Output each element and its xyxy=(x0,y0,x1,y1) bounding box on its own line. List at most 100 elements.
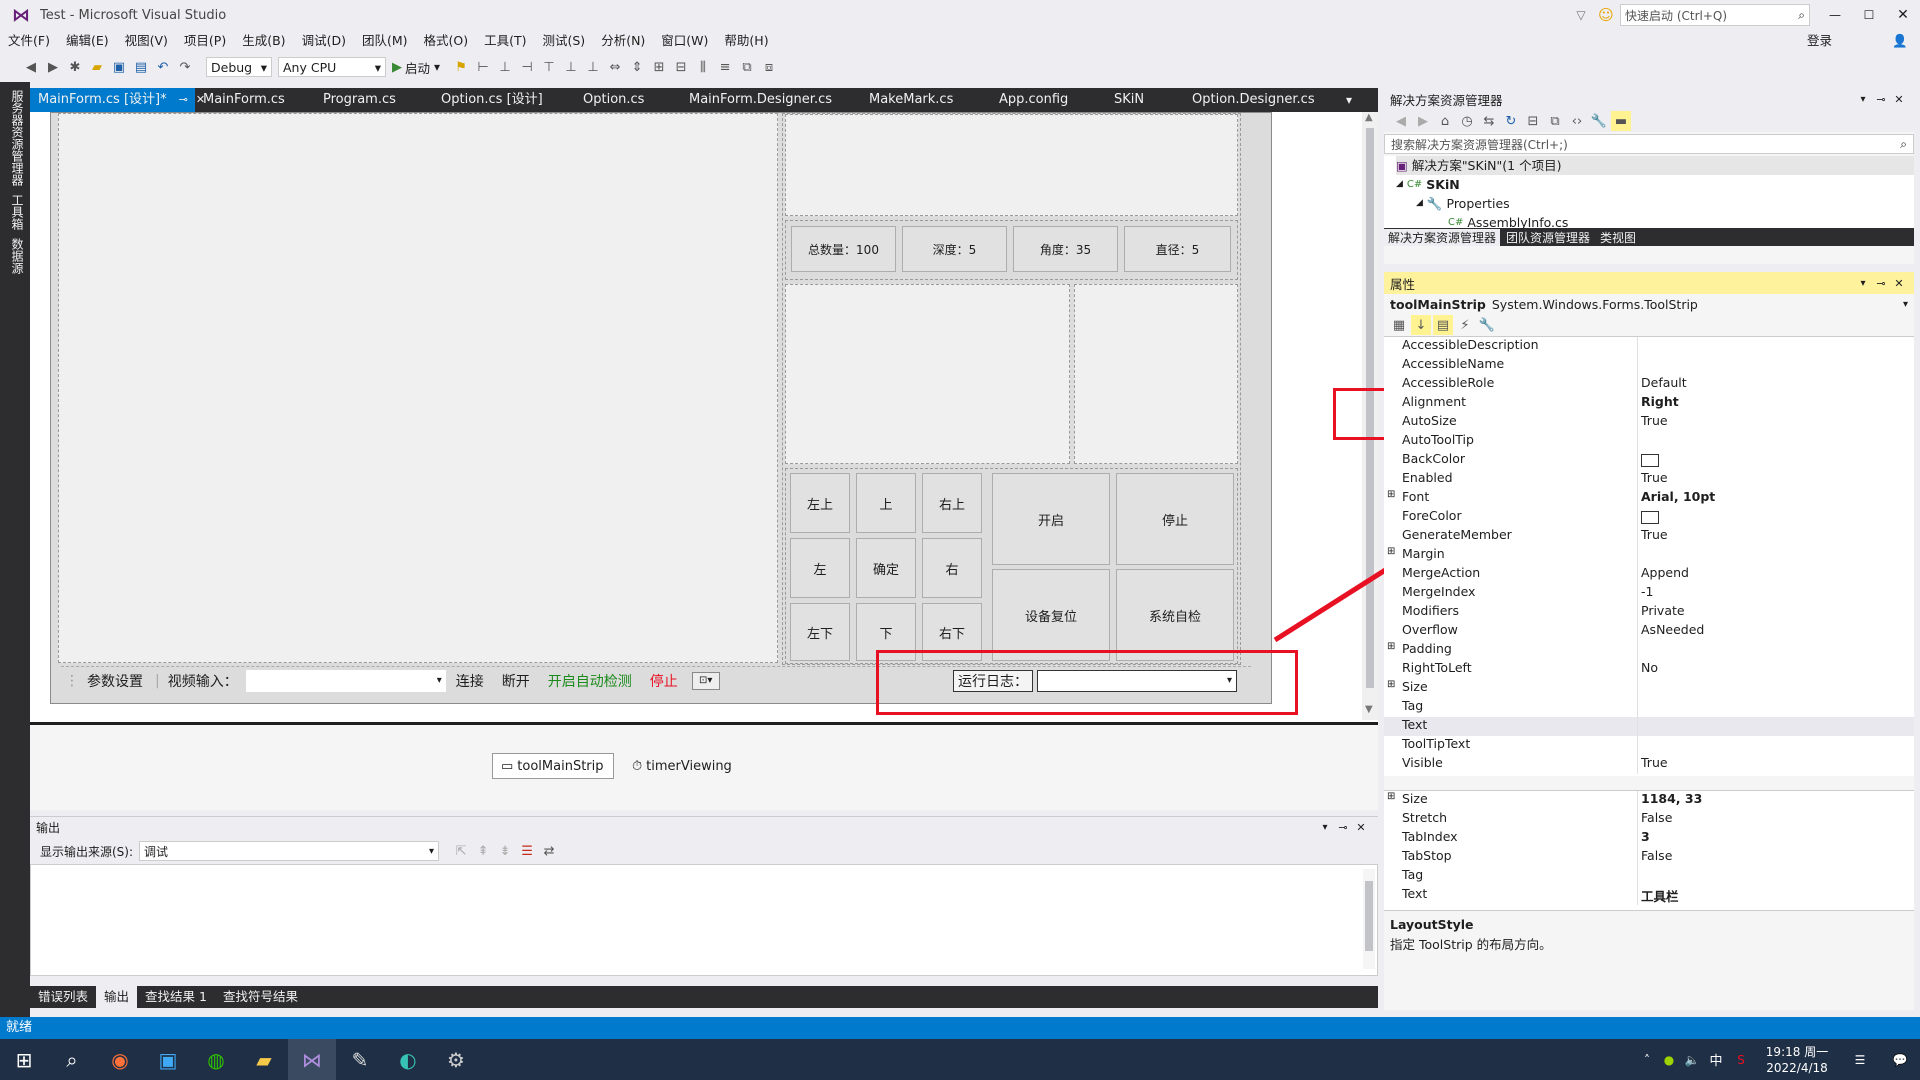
visual-studio-taskbar-icon[interactable]: ⋈ xyxy=(288,1039,336,1080)
toolbox-tab[interactable]: 工具箱 xyxy=(9,194,26,230)
tray-app-icon[interactable]: ● xyxy=(1658,1053,1680,1067)
scroll-down-icon[interactable]: ▼ xyxy=(1365,704,1373,715)
output-vertical-scrollbar[interactable] xyxy=(1363,869,1375,969)
tab-error-list[interactable]: 错误列表 xyxy=(30,986,96,1008)
back-icon[interactable]: ◀ xyxy=(1391,111,1411,131)
forward-icon[interactable]: ▶ xyxy=(43,57,63,77)
spacing-h-icon[interactable]: ⫼ xyxy=(693,57,713,77)
align-top-icon[interactable]: ⊤ xyxy=(539,57,559,77)
property-row[interactable]: Alignment Right xyxy=(1384,394,1914,413)
property-value[interactable] xyxy=(1637,356,1914,375)
menu-edit[interactable]: 编辑(E) xyxy=(58,30,117,52)
same-size-icon[interactable]: ⊞ xyxy=(649,57,669,77)
property-value[interactable] xyxy=(1637,337,1914,356)
server-explorer-tab[interactable]: 服务器资源管理器 xyxy=(9,90,26,186)
tray-timerviewing[interactable]: ⏱ timerViewing xyxy=(632,753,732,779)
tab-app-config[interactable]: App.config xyxy=(991,88,1106,112)
minimize-icon[interactable]: — xyxy=(1818,8,1852,22)
menu-project[interactable]: 项目(P) xyxy=(176,30,234,52)
connect-button[interactable]: 连接 xyxy=(456,671,484,691)
chevron-down-icon[interactable]: ▾ xyxy=(1316,822,1334,833)
property-row[interactable]: Stretch False xyxy=(1384,810,1914,829)
property-value[interactable]: Append xyxy=(1637,565,1914,584)
property-row[interactable]: BackColor xyxy=(1384,451,1914,470)
middle-panel-right[interactable] xyxy=(1074,284,1238,464)
chevron-down-icon[interactable]: ▾ xyxy=(1854,94,1872,105)
close-icon[interactable]: ✕ xyxy=(1886,7,1920,23)
tab-find-results[interactable]: 查找结果 1 xyxy=(137,986,215,1008)
property-value[interactable] xyxy=(1637,432,1914,451)
expand-icon[interactable]: ⊞ xyxy=(1387,641,1395,652)
btn-up[interactable]: 上 xyxy=(856,473,916,533)
tab-program-cs[interactable]: Program.cs xyxy=(315,88,433,112)
property-row[interactable]: RightToLeft No xyxy=(1384,660,1914,679)
tab-skin[interactable]: SKiN xyxy=(1106,88,1184,112)
property-row[interactable]: MergeAction Append xyxy=(1384,565,1914,584)
search-icon[interactable]: ⌕ xyxy=(48,1039,96,1080)
btn-down-left[interactable]: 左下 xyxy=(790,603,850,661)
control-panel[interactable]: 总数量：100 深度：5 角度：35 直径：5 左上 上 右上 左 确定 右 左… xyxy=(782,113,1241,665)
property-value[interactable]: True xyxy=(1637,470,1914,489)
menu-file[interactable]: 文件(F) xyxy=(0,30,58,52)
collapse-all-icon[interactable]: ⊟ xyxy=(1523,111,1543,131)
back-icon[interactable]: ◀ xyxy=(21,57,41,77)
align-center-icon[interactable]: ⊥ xyxy=(495,57,515,77)
ime-chinese-icon[interactable]: 中 xyxy=(1704,1050,1728,1069)
btn-right[interactable]: 右 xyxy=(922,538,982,598)
property-row[interactable]: Text xyxy=(1384,717,1914,736)
same-width-icon[interactable]: ⇔ xyxy=(605,57,625,77)
scroll-thumb[interactable] xyxy=(1365,881,1373,951)
property-row[interactable]: AccessibleDescription xyxy=(1384,337,1914,356)
align-right-icon[interactable]: ⊣ xyxy=(517,57,537,77)
data-sources-tab[interactable]: 数据源 xyxy=(9,238,26,274)
btn-device-reset[interactable]: 设备复位 xyxy=(992,569,1110,661)
bring-front-icon[interactable]: ⧉ xyxy=(737,57,757,77)
refresh-icon[interactable]: ↻ xyxy=(1501,111,1521,131)
property-row[interactable]: ⊞ Margin xyxy=(1384,546,1914,565)
align-middle-icon[interactable]: ⊥ xyxy=(561,57,581,77)
strip-stop-button[interactable]: 停止 xyxy=(650,671,678,691)
btn-start[interactable]: 开启 xyxy=(992,473,1110,565)
menu-window[interactable]: 窗口(W) xyxy=(653,30,716,52)
word-wrap-icon[interactable]: ⇄ xyxy=(539,841,559,861)
tab-option-cs[interactable]: Option.cs xyxy=(575,88,681,112)
pin-icon[interactable]: ⊸ xyxy=(1872,93,1890,106)
menu-test[interactable]: 测试(S) xyxy=(534,30,593,52)
properties-wrench-icon[interactable]: 🔧 xyxy=(1589,111,1609,131)
property-pages-icon[interactable]: 🔧 xyxy=(1477,315,1497,335)
close-icon[interactable]: ✕ xyxy=(1890,277,1908,290)
btn-stop[interactable]: 停止 xyxy=(1116,473,1234,565)
property-row[interactable]: GenerateMember True xyxy=(1384,527,1914,546)
main-form[interactable]: 总数量：100 深度：5 角度：35 直径：5 左上 上 右上 左 确定 右 左… xyxy=(50,112,1272,704)
disconnect-button[interactable]: 断开 xyxy=(502,671,530,691)
align-left-icon[interactable]: ⊢ xyxy=(473,57,493,77)
property-value[interactable]: -1 xyxy=(1637,584,1914,603)
object-selector[interactable]: toolMainStrip System.Windows.Forms.ToolS… xyxy=(1384,294,1914,314)
quick-launch-box[interactable]: 快速启动 (Ctrl+Q) ⌕ xyxy=(1620,4,1810,26)
property-row[interactable]: Tag xyxy=(1384,698,1914,717)
property-row[interactable]: MergeIndex -1 xyxy=(1384,584,1914,603)
property-value[interactable]: Arial, 10pt xyxy=(1637,489,1914,508)
tree-project-node[interactable]: ◢ C# SKiN xyxy=(1396,175,1914,194)
properties-icon[interactable]: ▤ xyxy=(1433,315,1453,335)
maximize-icon[interactable]: ☐ xyxy=(1852,8,1886,22)
sign-in-link[interactable]: 登录 xyxy=(1799,30,1840,52)
menu-debug[interactable]: 调试(D) xyxy=(294,30,354,52)
preview-icon[interactable]: ▬ xyxy=(1611,111,1631,131)
property-row[interactable]: TabIndex 3 xyxy=(1384,829,1914,848)
redo-icon[interactable]: ↷ xyxy=(175,57,195,77)
account-icon[interactable]: 👤 xyxy=(1890,30,1910,52)
property-value[interactable] xyxy=(1637,546,1914,565)
expand-icon[interactable]: ⊞ xyxy=(1387,546,1395,557)
tree-properties-node[interactable]: ◢ 🔧 Properties xyxy=(1396,194,1914,213)
property-value[interactable]: Private xyxy=(1637,603,1914,622)
property-row[interactable]: AccessibleRole Default xyxy=(1384,375,1914,394)
property-value[interactable] xyxy=(1637,698,1914,717)
property-row[interactable]: ⊞ Padding xyxy=(1384,641,1914,660)
btn-self-check[interactable]: 系统自检 xyxy=(1116,569,1234,661)
show-all-files-icon[interactable]: ⧉ xyxy=(1545,111,1565,131)
tab-find-symbol-results[interactable]: 查找符号结果 xyxy=(215,986,306,1008)
view-code-icon[interactable]: ‹› xyxy=(1567,111,1587,131)
expand-icon[interactable]: ⊞ xyxy=(1387,489,1395,500)
menu-team[interactable]: 团队(M) xyxy=(354,30,416,52)
